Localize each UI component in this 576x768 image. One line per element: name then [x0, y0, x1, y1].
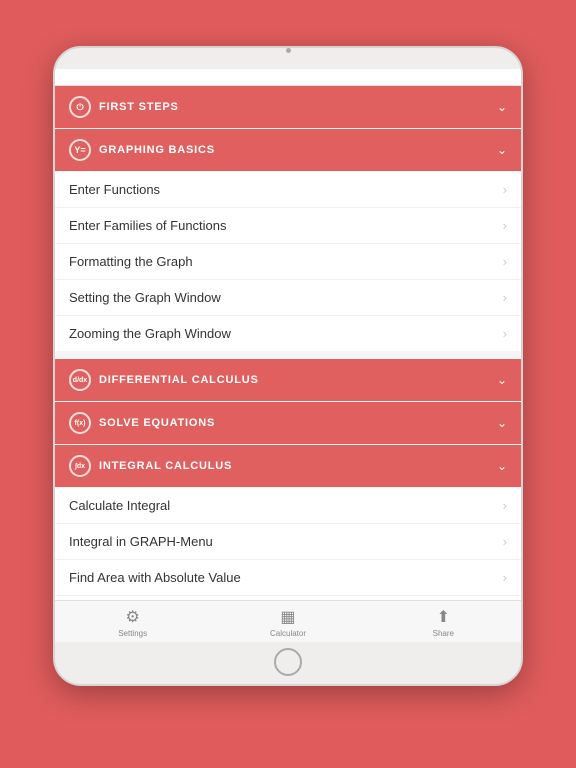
list-item[interactable]: Enter Functions ›: [55, 172, 521, 208]
section-header-integral-calculus[interactable]: ∫dx INTEGRAL CALCULUS ⌄: [55, 445, 521, 487]
list-item[interactable]: Find Area with Absolute Value ›: [55, 560, 521, 596]
tab-item-0[interactable]: ⚙ Settings: [55, 607, 210, 638]
chevron-icon-solve-equations: ⌄: [497, 416, 507, 430]
section-icon-differential-calculus: d/dx: [69, 369, 91, 391]
list-item-arrow: ›: [503, 570, 507, 585]
list-group-integral-calculus: Calculate Integral › Integral in GRAPH-M…: [55, 488, 521, 600]
list-item-text: Integral in GRAPH-Menu: [69, 534, 213, 549]
tab-icon-0: ⚙: [125, 607, 139, 627]
tab-bar: ⚙ Settings ▦ Calculator ⬆ Share: [55, 600, 521, 642]
section-title-integral-calculus: INTEGRAL CALCULUS: [99, 460, 232, 472]
list-item-text: Find Area with Absolute Value: [69, 570, 241, 585]
content-area: ⏻ FIRST STEPS ⌄ Y= GRAPHING BASICS ⌄ Ent…: [55, 86, 521, 600]
section-title-first-steps: FIRST STEPS: [99, 101, 179, 113]
list-item-arrow: ›: [503, 498, 507, 513]
section-title-solve-equations: SOLVE EQUATIONS: [99, 417, 215, 429]
list-item[interactable]: Integral in GRAPH-Menu ›: [55, 524, 521, 560]
chevron-icon-integral-calculus: ⌄: [497, 459, 507, 473]
section-icon-graphing-basics: Y=: [69, 139, 91, 161]
list-item[interactable]: Enter Families of Functions ›: [55, 208, 521, 244]
device-frame: ⏻ FIRST STEPS ⌄ Y= GRAPHING BASICS ⌄ Ent…: [53, 46, 523, 686]
hero-text: [248, 0, 328, 46]
list-item-text: Formatting the Graph: [69, 254, 193, 269]
section-header-left: ⏻ FIRST STEPS: [69, 96, 179, 118]
list-item-arrow: ›: [503, 326, 507, 341]
tab-icon-2: ⬆: [437, 607, 450, 627]
tab-item-2[interactable]: ⬆ Share: [366, 607, 521, 638]
tab-icon-1: ▦: [280, 607, 295, 627]
home-button[interactable]: [274, 648, 302, 676]
section-icon-solve-equations: f(x): [69, 412, 91, 434]
section-title-graphing-basics: GRAPHING BASICS: [99, 144, 215, 156]
camera-dot: [286, 48, 291, 53]
list-item-text: Enter Families of Functions: [69, 218, 227, 233]
list-item-arrow: ›: [503, 218, 507, 233]
section-icon-integral-calculus: ∫dx: [69, 455, 91, 477]
section-header-differential-calculus[interactable]: d/dx DIFFERENTIAL CALCULUS ⌄: [55, 359, 521, 401]
list-item-text: Enter Functions: [69, 182, 160, 197]
list-item-arrow: ›: [503, 534, 507, 549]
chevron-icon-first-steps: ⌄: [497, 100, 507, 114]
section-icon-first-steps: ⏻: [69, 96, 91, 118]
section-header-left: f(x) SOLVE EQUATIONS: [69, 412, 215, 434]
home-bar: [55, 642, 521, 684]
list-item-arrow: ›: [503, 254, 507, 269]
list-group-graphing-basics: Enter Functions › Enter Families of Func…: [55, 172, 521, 351]
list-item[interactable]: Calculate Integral ›: [55, 488, 521, 524]
list-item-arrow: ›: [503, 290, 507, 305]
section-header-first-steps[interactable]: ⏻ FIRST STEPS ⌄: [55, 86, 521, 128]
list-item-arrow: ›: [503, 182, 507, 197]
list-item[interactable]: Zooming the Graph Window ›: [55, 316, 521, 351]
tab-label-2: Share: [433, 629, 454, 638]
section-header-graphing-basics[interactable]: Y= GRAPHING BASICS ⌄: [55, 129, 521, 171]
chevron-icon-graphing-basics: ⌄: [497, 143, 507, 157]
section-title-differential-calculus: DIFFERENTIAL CALCULUS: [99, 374, 259, 386]
list-item[interactable]: Setting the Graph Window ›: [55, 280, 521, 316]
section-header-left: Y= GRAPHING BASICS: [69, 139, 215, 161]
section-header-left: ∫dx INTEGRAL CALCULUS: [69, 455, 232, 477]
list-item-text: Setting the Graph Window: [69, 290, 221, 305]
list-item-text: Zooming the Graph Window: [69, 326, 231, 341]
tab-label-0: Settings: [118, 629, 147, 638]
section-header-solve-equations[interactable]: f(x) SOLVE EQUATIONS ⌄: [55, 402, 521, 444]
list-item[interactable]: Formatting the Graph ›: [55, 244, 521, 280]
tab-label-1: Calculator: [270, 629, 306, 638]
status-bar: [55, 57, 521, 69]
list-item-text: Calculate Integral: [69, 498, 170, 513]
section-header-left: d/dx DIFFERENTIAL CALCULUS: [69, 369, 259, 391]
nav-bar: [55, 69, 521, 86]
chevron-icon-differential-calculus: ⌄: [497, 373, 507, 387]
tab-item-1[interactable]: ▦ Calculator: [210, 607, 365, 638]
